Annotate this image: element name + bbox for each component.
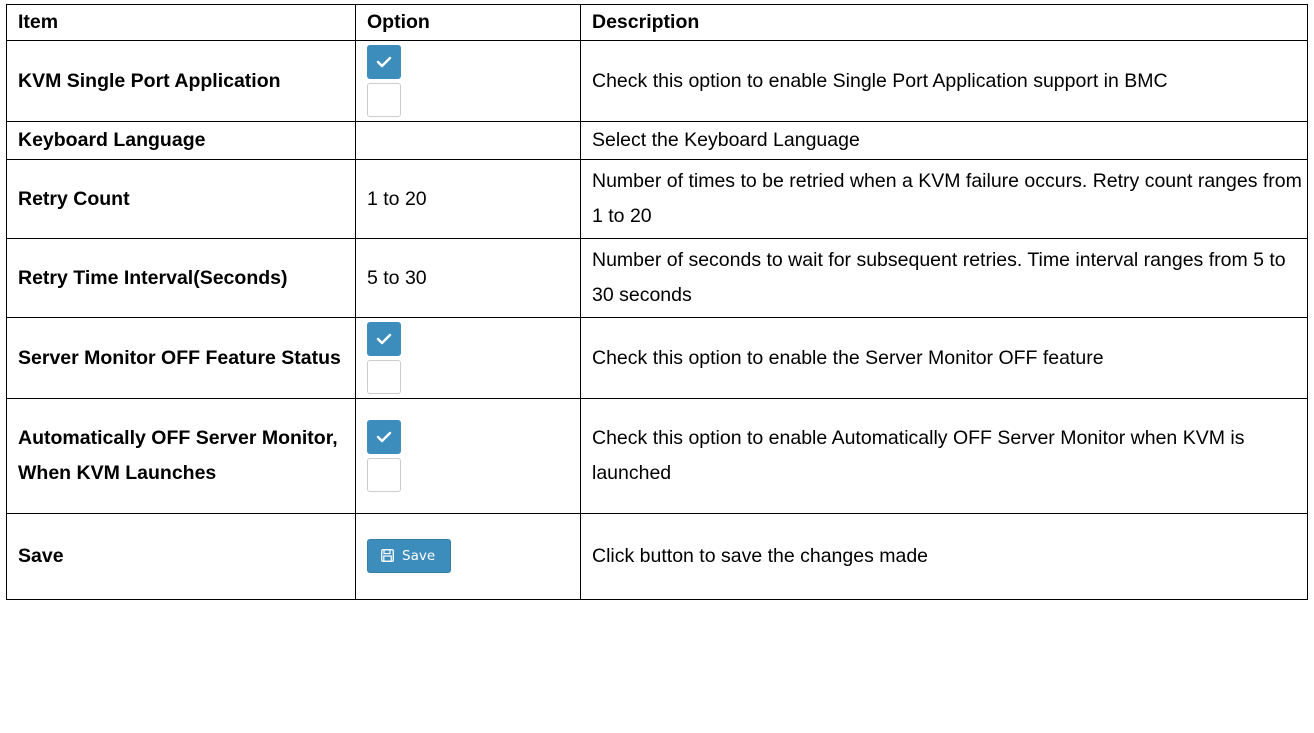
save-button-label: Save [402, 547, 436, 564]
item-server-monitor-off-feature-status: Server Monitor OFF Feature Status [6, 317, 356, 399]
header-row: Item Option Description [6, 4, 1308, 41]
option-cell [355, 121, 581, 160]
table-row: Keyboard Language Select the Keyboard La… [6, 121, 1308, 160]
item-kvm-single-port-application: KVM Single Port Application [6, 40, 356, 122]
save-button[interactable]: Save [367, 538, 452, 573]
option-cell [355, 398, 581, 514]
kvm-single-port-checkbox-checked[interactable] [367, 45, 401, 79]
item-keyboard-language: Keyboard Language [6, 121, 356, 160]
item-automatically-off-server-monitor: Automatically OFF Server Monitor, When K… [6, 398, 356, 514]
description-cell: Select the Keyboard Language [580, 121, 1308, 160]
description-cell: Number of times to be retried when a KVM… [580, 159, 1308, 239]
option-cell [355, 317, 581, 399]
option-cell [355, 40, 581, 122]
option-cell: 1 to 20 [355, 159, 581, 239]
table-row: Save Save Click button to save the chang… [6, 513, 1308, 600]
server-monitor-off-checkbox-checked[interactable] [367, 322, 401, 356]
checkmark-icon [376, 333, 392, 345]
option-cell: 5 to 30 [355, 238, 581, 318]
header-item: Item [6, 4, 356, 41]
description-cell: Check this option to enable Automaticall… [580, 398, 1308, 514]
header-description: Description [580, 4, 1308, 41]
auto-off-server-monitor-checkbox-unchecked[interactable] [367, 458, 401, 492]
table-row: Automatically OFF Server Monitor, When K… [6, 398, 1308, 514]
item-retry-count: Retry Count [6, 159, 356, 239]
table-row: KVM Single Port Application Check this o… [6, 40, 1308, 122]
header-option: Option [355, 4, 581, 41]
save-icon [381, 549, 394, 563]
description-cell: Number of seconds to wait for subsequent… [580, 238, 1308, 318]
checkmark-icon [376, 431, 392, 443]
item-retry-time-interval: Retry Time Interval(Seconds) [6, 238, 356, 318]
description-cell: Check this option to enable Single Port … [580, 40, 1308, 122]
description-cell: Check this option to enable the Server M… [580, 317, 1308, 399]
table-row: Retry Time Interval(Seconds) 5 to 30 Num… [6, 238, 1308, 318]
description-cell: Click button to save the changes made [580, 513, 1308, 600]
item-save: Save [6, 513, 356, 600]
option-cell: Save [355, 513, 581, 600]
kvm-single-port-checkbox-unchecked[interactable] [367, 83, 401, 117]
table-row: Retry Count 1 to 20 Number of times to b… [6, 159, 1308, 239]
auto-off-server-monitor-checkbox-checked[interactable] [367, 420, 401, 454]
kvm-settings-table: Item Option Description KVM Single Port … [6, 4, 1308, 600]
server-monitor-off-checkbox-unchecked[interactable] [367, 360, 401, 394]
checkmark-icon [376, 56, 392, 68]
table-row: Server Monitor OFF Feature Status Check … [6, 317, 1308, 399]
